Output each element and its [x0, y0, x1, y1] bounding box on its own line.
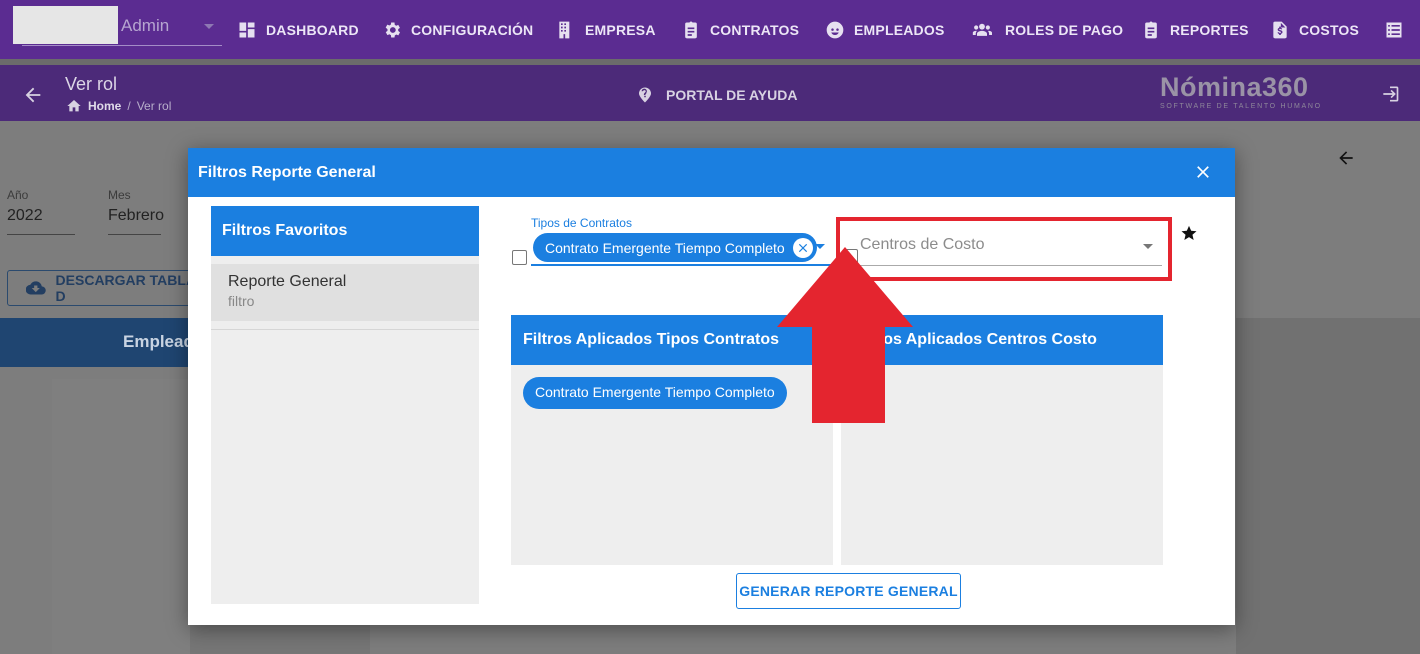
- background-right-panel: [1236, 318, 1420, 654]
- people-icon: [972, 23, 992, 36]
- help-label: PORTAL DE AYUDA: [666, 87, 798, 103]
- year-select[interactable]: 2022: [7, 207, 43, 225]
- dashboard-icon: [239, 22, 255, 38]
- selected-contract-chip-label: Contrato Emergente Tiempo Completo: [545, 239, 785, 256]
- nav-contratos[interactable]: CONTRATOS: [681, 18, 799, 42]
- download-table-button[interactable]: DESCARGAR TABLA D: [7, 270, 207, 306]
- month-underline: [108, 234, 161, 235]
- brand-name: Nómina360: [1160, 72, 1309, 102]
- favorite-filter-title: Reporte General: [228, 273, 347, 290]
- employee-column-header: Emplead: [0, 318, 194, 367]
- page-title: Ver rol: [65, 74, 118, 94]
- nav-costos[interactable]: COSTOS: [1270, 18, 1359, 42]
- star-icon[interactable]: [1180, 224, 1198, 242]
- contract-types-checkbox[interactable]: [512, 250, 527, 265]
- breadcrumb-home[interactable]: Home: [88, 99, 121, 113]
- help-icon: [639, 87, 651, 103]
- nav-empresa[interactable]: EMPRESA: [556, 18, 656, 42]
- nav-costos-label: COSTOS: [1299, 22, 1360, 38]
- back-arrow-icon[interactable]: [1336, 148, 1356, 168]
- filters-modal: Filtros Reporte General Filtros Favorito…: [188, 148, 1235, 625]
- year-label: Año: [7, 188, 29, 202]
- nav-configuracion[interactable]: CONFIGURACIÓN: [382, 18, 533, 42]
- clipboard-icon: [685, 21, 697, 39]
- clipboard-icon: [1145, 21, 1157, 39]
- download-label: DESCARGAR TABLA D: [55, 272, 196, 304]
- nav-empleados-label: EMPLEADOS: [854, 22, 945, 38]
- face-icon: [826, 21, 844, 39]
- employee-list-panel: [52, 379, 190, 654]
- month-select[interactable]: Febrero: [108, 207, 164, 225]
- top-navbar: Admin DASHBOARD CONFIGURACIÓN EMPRESA CO…: [0, 0, 1420, 65]
- help-portal-link[interactable]: PORTAL DE AYUDA: [636, 86, 797, 104]
- brand-tagline: SOFTWARE DE TALENTO HUMANO: [1160, 103, 1322, 110]
- modal-title: Filtros Reporte General: [188, 148, 1235, 197]
- nav-configuracion-label: CONFIGURACIÓN: [411, 22, 534, 38]
- nav-more[interactable]: [1384, 18, 1404, 42]
- nav-roles-de-pago[interactable]: ROLES DE PAGO: [968, 18, 1123, 42]
- user-role-label: Admin: [121, 16, 170, 35]
- nav-roles-label: ROLES DE PAGO: [1005, 22, 1124, 38]
- breadcrumb: Home / Ver rol: [66, 98, 171, 114]
- nav-empresa-label: EMPRESA: [585, 22, 656, 38]
- year-underline: [7, 234, 75, 235]
- building-icon: [559, 21, 570, 39]
- gear-icon: [385, 22, 400, 38]
- contract-types-label: Tipos de Contratos: [531, 216, 632, 230]
- favorite-filter-subtitle: filtro: [228, 293, 255, 309]
- back-arrow-icon[interactable]: [22, 84, 44, 106]
- arrow-up-icon: [777, 247, 913, 423]
- home-icon: [67, 100, 81, 112]
- user-role-select[interactable]: Admin: [22, 12, 222, 46]
- divider: [211, 329, 479, 330]
- chevron-down-icon: [204, 24, 214, 29]
- nav-empleados[interactable]: EMPLEADOS: [825, 18, 944, 42]
- breadcrumb-current: Ver rol: [136, 99, 172, 113]
- month-label: Mes: [108, 188, 131, 202]
- list-icon: [1386, 22, 1402, 38]
- favorite-filters-panel: Filtros Favoritos Reporte General filtro: [211, 206, 479, 604]
- favorite-filters-title: Filtros Favoritos: [211, 206, 479, 256]
- nav-dashboard-label: DASHBOARD: [266, 22, 359, 38]
- invoice-icon: [1273, 21, 1287, 39]
- generate-report-button[interactable]: GENERAR REPORTE GENERAL: [736, 573, 961, 609]
- nav-contratos-label: CONTRATOS: [710, 22, 800, 38]
- favorite-filter-item[interactable]: Reporte General filtro: [211, 264, 479, 321]
- nav-dashboard[interactable]: DASHBOARD: [237, 18, 359, 42]
- cloud-download-icon: [26, 281, 46, 295]
- applied-contract-chip[interactable]: Contrato Emergente Tiempo Completo: [523, 377, 787, 409]
- brand-logo: Nómina360 SOFTWARE DE TALENTO HUMANO: [1160, 72, 1340, 114]
- breadcrumb-separator: /: [127, 99, 131, 113]
- nav-reportes[interactable]: REPORTES: [1141, 18, 1249, 42]
- logout-icon[interactable]: [1380, 84, 1400, 104]
- close-icon[interactable]: [1193, 162, 1213, 182]
- nav-reportes-label: REPORTES: [1170, 22, 1249, 38]
